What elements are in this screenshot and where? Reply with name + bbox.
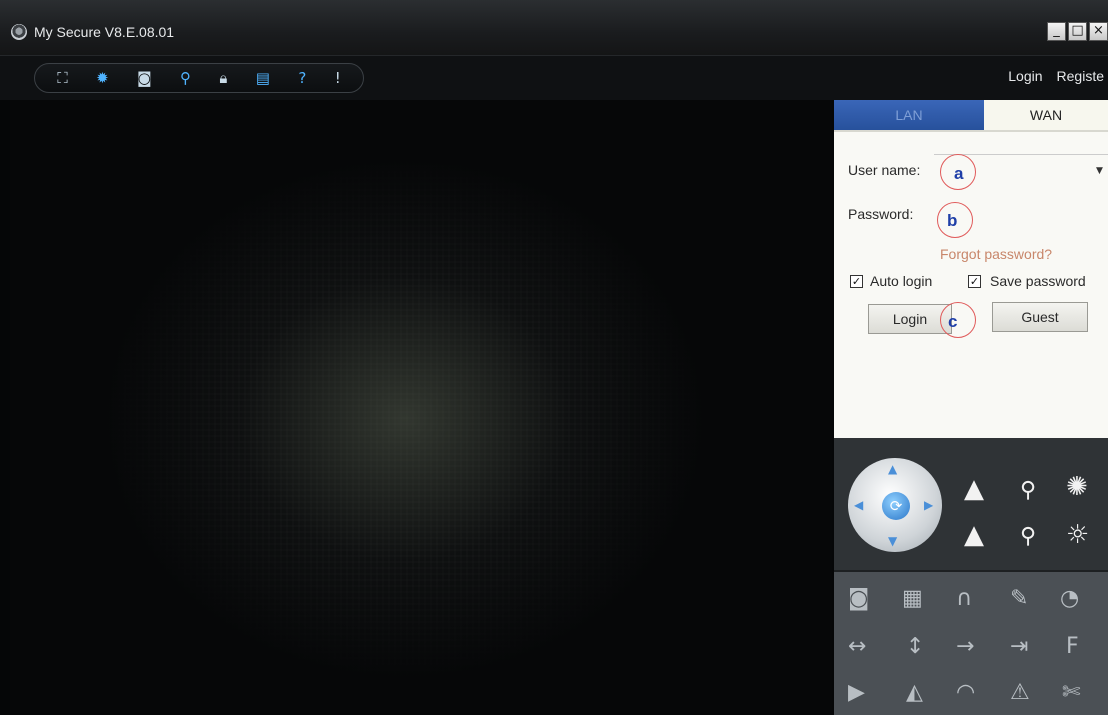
talk-icon[interactable]: ✎: [1010, 588, 1028, 610]
vertical-flip-icon[interactable]: ↕: [906, 636, 924, 658]
ptz-direction-pad[interactable]: ▲ ▼ ◀ ▶ ⟳: [848, 458, 942, 552]
right-panel: LAN WAN User name: ▼ Password: Forgot pa…: [834, 100, 1108, 715]
snapshot-icon[interactable]: ◙: [137, 69, 152, 87]
maximize-button[interactable]: □: [1068, 22, 1087, 41]
save-password-checkbox[interactable]: ✓: [968, 275, 981, 288]
lock-icon[interactable]: 🔒︎: [219, 69, 227, 87]
import-icon[interactable]: ⇥: [1010, 636, 1028, 658]
calculator-icon[interactable]: ▤: [256, 69, 270, 87]
toolbar: ⛶ ✹ ◙ ⚲ 🔒︎ ▤ ? ! Login Registe: [0, 55, 1108, 100]
chevron-down-icon[interactable]: ▼: [1096, 166, 1103, 176]
settings-icon[interactable]: ✹: [96, 69, 109, 87]
fullscreen-icon[interactable]: ⛶: [57, 69, 68, 87]
annotation-circle-c: [940, 302, 976, 338]
arrow-up-icon[interactable]: ▲: [888, 462, 897, 476]
headphones-icon[interactable]: ∩: [956, 588, 972, 610]
annotation-label-b: b: [947, 211, 958, 230]
register-link[interactable]: Registe: [1057, 68, 1104, 84]
window-title: My Secure V8.E.08.01: [34, 24, 175, 40]
wifi-icon[interactable]: ◠: [956, 682, 975, 704]
auto-login-checkbox[interactable]: ✓: [850, 275, 863, 288]
arrow-down-icon[interactable]: ▼: [888, 534, 897, 548]
zoom-in-icon[interactable]: ⚲: [1020, 478, 1036, 504]
search-icon[interactable]: ⚲: [180, 69, 191, 87]
forgot-password-link[interactable]: Forgot password?: [940, 246, 1052, 262]
window-controls: _ □ ×: [1047, 22, 1108, 41]
close-button[interactable]: ×: [1089, 22, 1108, 41]
auto-rotate-icon[interactable]: ⟳: [882, 492, 910, 520]
tool-grid: ◙ ▦ ∩ ✎ ◔ ↔ ↕ → ⇥ F ▶ ◭ ◠ ⚠ ✄: [834, 570, 1108, 715]
wrench-icon[interactable]: ✄: [1062, 682, 1080, 704]
iris-open-icon[interactable]: ✺: [1066, 474, 1088, 500]
ptz-control-panel: ▲ ▼ ◀ ▶ ⟳ ▲ ⚲ ✺ ▲ ⚲ ☼ ◙ ▦ ∩ ✎ ◔ ↔ ↕ → ⇥ …: [834, 438, 1108, 715]
help-icon[interactable]: ?: [298, 69, 306, 87]
annotation-label-a: a: [954, 164, 964, 183]
title-bar: My Secure V8.E.08.01 _ □ ×: [0, 0, 1108, 55]
play-icon[interactable]: ▶: [848, 682, 865, 704]
mark-icon[interactable]: ◭: [906, 682, 923, 704]
snapshot-icon[interactable]: ◙: [848, 588, 869, 610]
app-logo-icon: [11, 24, 27, 40]
warning-icon[interactable]: ⚠: [1010, 682, 1030, 704]
minimize-button[interactable]: _: [1047, 22, 1066, 41]
focus-minus-icon[interactable]: ▲: [964, 522, 984, 548]
forward-icon[interactable]: →: [956, 636, 974, 658]
zoom-out-icon[interactable]: ⚲: [1020, 524, 1036, 550]
tab-lan[interactable]: LAN: [834, 100, 984, 130]
horizontal-flip-icon[interactable]: ↔: [848, 636, 866, 658]
toolbar-icon-group: ⛶ ✹ ◙ ⚲ 🔒︎ ▤ ? !: [34, 63, 364, 93]
login-link[interactable]: Login: [1008, 68, 1042, 84]
timer-icon[interactable]: ◔: [1060, 588, 1079, 610]
text-icon[interactable]: F: [1066, 636, 1079, 658]
alert-icon[interactable]: !: [335, 69, 341, 87]
arrow-right-icon[interactable]: ▶: [924, 498, 933, 512]
password-label: Password:: [848, 206, 914, 222]
guest-button[interactable]: Guest: [992, 302, 1088, 332]
arrow-left-icon[interactable]: ◀: [854, 498, 863, 512]
tab-wan[interactable]: WAN: [984, 100, 1108, 130]
video-preview-area[interactable]: [10, 100, 832, 713]
auto-login-label: Auto login: [870, 273, 933, 289]
focus-plus-icon[interactable]: ▲: [964, 476, 984, 502]
record-icon[interactable]: ▦: [902, 588, 923, 610]
username-label: User name:: [848, 162, 921, 178]
save-password-label: Save password: [990, 273, 1086, 289]
iris-close-icon[interactable]: ☼: [1066, 522, 1089, 548]
annotation-label-c: c: [948, 312, 958, 331]
account-links: Login Registe: [1008, 68, 1104, 84]
